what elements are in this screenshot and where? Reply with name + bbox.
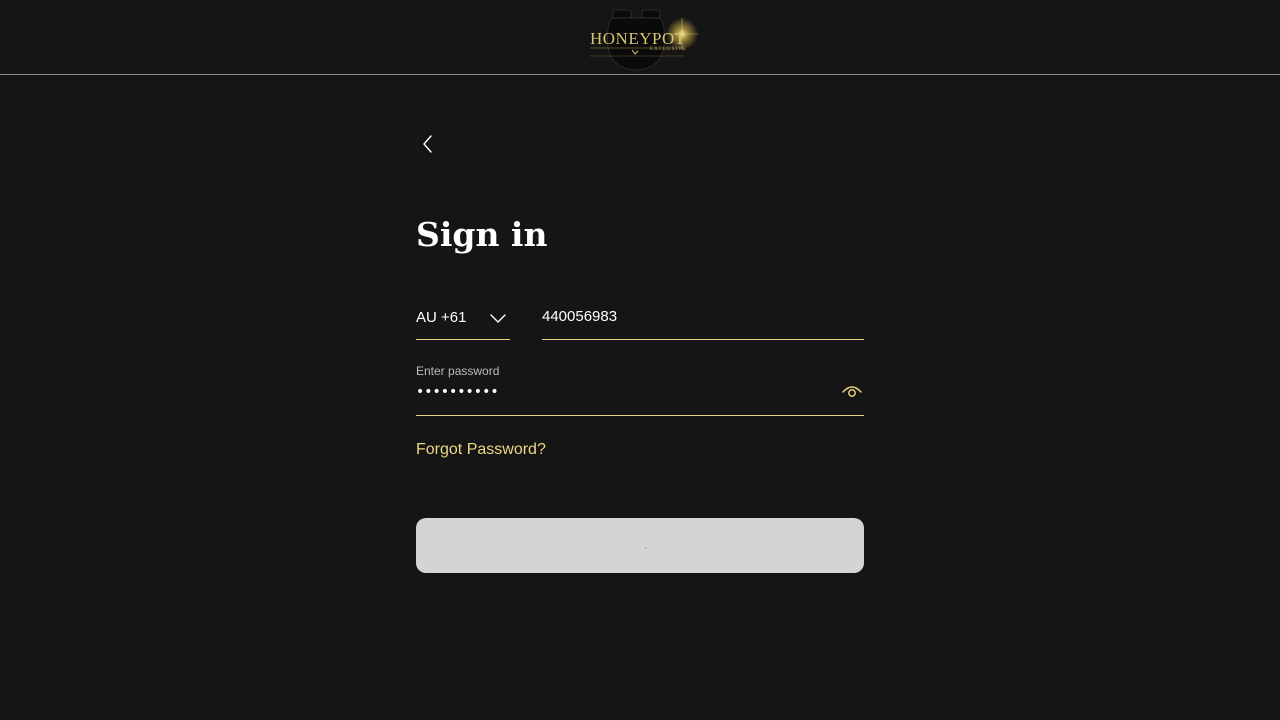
page-title: Sign in <box>416 215 548 254</box>
forgot-password-link[interactable]: Forgot Password? <box>416 441 546 459</box>
show-password-button[interactable] <box>840 382 864 402</box>
password-field: Enter password <box>416 362 864 416</box>
eye-icon <box>842 386 862 397</box>
top-header: HONEYPOT EXCLUSIVE <box>0 0 1280 75</box>
sign-in-submit-button[interactable] <box>416 518 864 573</box>
phone-number-field <box>542 300 864 340</box>
country-code-select[interactable]: AU +61 <box>416 300 510 340</box>
phone-number-input[interactable] <box>542 308 842 325</box>
password-label: Enter password <box>416 364 500 378</box>
back-button[interactable] <box>416 132 440 156</box>
country-code-value: AU +61 <box>416 309 467 326</box>
logo-subtext: EXCLUSIVE <box>650 47 687 52</box>
chevron-down-icon <box>490 314 506 323</box>
logo-wordmark: HONEYPOT <box>590 29 686 48</box>
honeypot-logo[interactable]: HONEYPOT EXCLUSIVE <box>586 6 704 72</box>
chevron-left-icon <box>423 135 432 153</box>
password-input[interactable] <box>416 384 816 400</box>
sign-in-page: HONEYPOT EXCLUSIVE Sign in AU +61 Enter … <box>0 0 1280 720</box>
spinner-icon <box>645 547 647 549</box>
